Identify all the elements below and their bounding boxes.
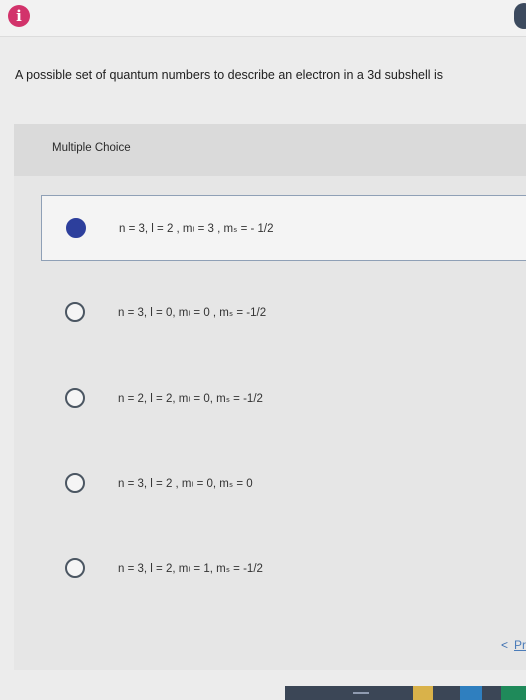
radio-button[interactable] [65, 473, 85, 493]
answer-option-2[interactable]: n = 3, l = 0, mₗ = 0 , mₛ = -1/2 [41, 280, 526, 346]
folder-icon[interactable] [413, 686, 433, 700]
chevron-left-icon: < [500, 638, 508, 652]
answer-option-3[interactable]: n = 2, l = 2, mₗ = 0, mₛ = -1/2 [41, 366, 526, 432]
answer-option-label: n = 3, l = 2, mₗ = 1, mₛ = -1/2 [118, 563, 263, 575]
answer-option-label: n = 3, l = 2 , mₗ = 0, mₛ = 0 [118, 478, 253, 490]
prev-button[interactable]: < Pr [501, 638, 526, 652]
radio-button[interactable] [65, 558, 85, 578]
answer-option-4[interactable]: n = 3, l = 2 , mₗ = 0, mₛ = 0 [41, 451, 526, 517]
answer-option-1[interactable]: n = 3, l = 2 , mₗ = 3 , mₛ = - 1/2 [41, 195, 526, 261]
corner-indicator [514, 3, 526, 29]
radio-button[interactable] [65, 388, 85, 408]
multiple-choice-label: Multiple Choice [52, 142, 131, 154]
excel-icon[interactable] [501, 686, 526, 700]
multiple-choice-header: Multiple Choice [14, 124, 526, 176]
taskbar [285, 686, 526, 700]
mail-icon[interactable] [460, 686, 482, 700]
answer-option-label: n = 3, l = 2 , mₗ = 3 , mₛ = - 1/2 [119, 223, 274, 235]
question-text: A possible set of quantum numbers to des… [15, 68, 444, 82]
answer-option-5[interactable]: n = 3, l = 2, mₗ = 1, mₛ = -1/2 [41, 536, 526, 602]
multiple-choice-panel: Multiple Choice n = 3, l = 2 , mₗ = 3 , … [14, 124, 526, 670]
prev-label: Pr [514, 638, 526, 652]
taskbar-item[interactable] [353, 692, 369, 694]
info-icon[interactable]: i [8, 5, 30, 27]
top-bar: i [0, 0, 526, 37]
radio-button[interactable] [65, 302, 85, 322]
answer-option-label: n = 3, l = 0, mₗ = 0 , mₛ = -1/2 [118, 307, 267, 319]
answer-option-label: n = 2, l = 2, mₗ = 0, mₛ = -1/2 [118, 393, 263, 405]
radio-button-selected[interactable] [66, 218, 86, 238]
